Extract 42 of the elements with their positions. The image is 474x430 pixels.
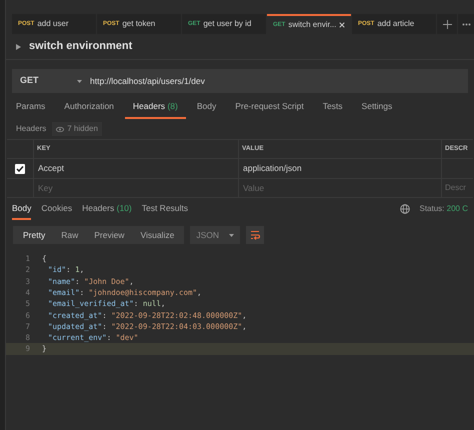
tab-label: add user xyxy=(37,18,68,30)
section-tab[interactable]: Tests xyxy=(322,100,343,119)
view-mode-tab[interactable]: Raw xyxy=(53,228,86,242)
eye-icon xyxy=(56,126,64,132)
tab-label: add article xyxy=(377,18,414,30)
headers-label: Headers xyxy=(16,123,46,135)
method-dropdown[interactable]: GET xyxy=(12,74,90,88)
table-cell: Accept xyxy=(38,162,64,175)
new-tab-button[interactable] xyxy=(437,14,457,34)
tab-label: get user by id xyxy=(203,18,252,30)
caret-icon xyxy=(77,80,82,82)
view-mode-tab[interactable]: Preview xyxy=(86,228,132,242)
response-tab[interactable]: Body xyxy=(12,202,32,220)
section-tab[interactable]: Authorization xyxy=(64,100,114,119)
expand-arrow-icon[interactable] xyxy=(16,44,21,50)
hidden-headers-toggle[interactable]: 7 hidden xyxy=(52,122,102,136)
url-field[interactable]: http://localhost/api/users/1/dev xyxy=(90,74,205,88)
wrap-button[interactable] xyxy=(246,226,264,244)
more-icon xyxy=(462,22,470,26)
section-tab[interactable]: Settings xyxy=(362,100,392,119)
view-mode-tab[interactable]: Pretty xyxy=(15,228,54,242)
more-button[interactable] xyxy=(458,14,474,34)
tab-label: switch envir... xyxy=(288,19,336,31)
caret-icon xyxy=(229,234,234,236)
close-icon[interactable] xyxy=(339,22,346,28)
globe-icon[interactable] xyxy=(400,204,410,214)
plus-icon xyxy=(442,20,452,28)
response-tab[interactable]: Headers (10) xyxy=(82,202,132,220)
tab-label: get token xyxy=(122,18,156,30)
section-tab[interactable]: Params xyxy=(16,100,46,119)
view-mode-tab[interactable]: Visualize xyxy=(132,228,182,242)
section-tab[interactable]: Body xyxy=(196,100,216,119)
section-tab[interactable]: Pre-request Script xyxy=(235,100,304,119)
table-cell: application/json xyxy=(243,162,302,175)
wrap-lines-icon xyxy=(250,230,260,240)
row-checkbox[interactable] xyxy=(15,164,25,174)
format-dropdown[interactable]: JSON xyxy=(190,226,240,244)
section-tab[interactable]: Headers (8) xyxy=(124,100,186,119)
request-title: switch environment xyxy=(29,39,132,54)
response-tab[interactable]: Test Results xyxy=(142,202,188,220)
response-tab[interactable]: Cookies xyxy=(41,202,72,220)
status-text: Status: 200 C xyxy=(420,203,468,215)
